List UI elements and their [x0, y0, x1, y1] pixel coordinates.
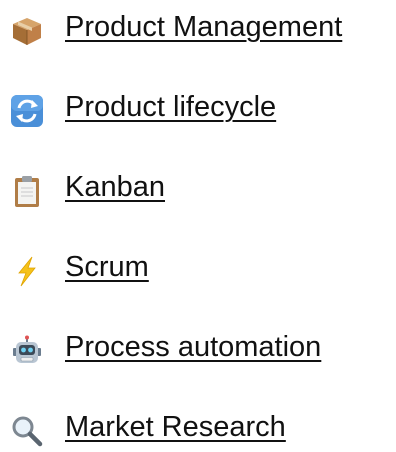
refresh-cycle-icon — [10, 94, 44, 128]
link-scrum[interactable]: Scrum — [0, 244, 396, 292]
link-label: Scrum — [65, 251, 149, 283]
link-list: Product Management Product lifecycle Kan… — [0, 0, 396, 447]
robot-icon — [10, 334, 44, 368]
link-label: Market Research — [65, 411, 286, 443]
link-product-lifecycle[interactable]: Product lifecycle — [0, 84, 396, 132]
link-market-research[interactable]: Market Research — [0, 404, 396, 452]
link-product-management[interactable]: Product Management — [0, 4, 396, 52]
clipboard-icon — [10, 174, 44, 208]
link-kanban[interactable]: Kanban — [0, 164, 396, 212]
link-label: Kanban — [65, 171, 165, 203]
link-label: Product lifecycle — [65, 91, 277, 123]
link-process-automation[interactable]: Process automation — [0, 324, 396, 372]
magnifier-icon — [10, 414, 44, 448]
link-label: Product Management — [65, 11, 343, 43]
link-label: Process automation — [65, 331, 322, 363]
lightning-icon — [10, 254, 44, 288]
package-icon — [10, 14, 44, 48]
